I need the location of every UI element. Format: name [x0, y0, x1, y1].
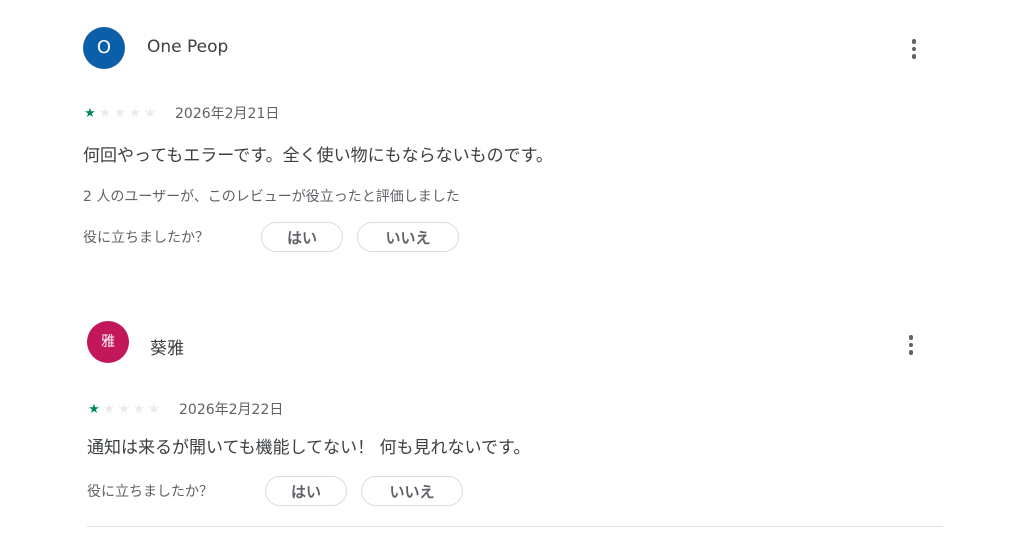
- star-empty-icon: ★: [103, 401, 115, 417]
- avatar: O: [83, 27, 125, 69]
- review-date: 2026年2月22日: [179, 402, 284, 418]
- more-vert-icon[interactable]: [899, 331, 923, 359]
- author-name: 葵雅: [150, 339, 184, 359]
- more-vert-icon[interactable]: [902, 35, 926, 63]
- star-empty-icon: ★: [114, 105, 126, 121]
- more-dot: [911, 39, 917, 44]
- helpful-question: 役に立ちましたか？: [87, 484, 213, 500]
- star-empty-icon: ★: [133, 401, 145, 417]
- more-dot: [911, 54, 917, 59]
- review-text: 通知は来るが開いても機能してない！ 何も見れないです。: [87, 438, 531, 458]
- more-dot: [908, 342, 914, 348]
- more-dot: [908, 335, 914, 340]
- author-name: One Peop: [147, 37, 229, 57]
- more-dot: [911, 46, 917, 52]
- star-filled-icon: ★: [88, 401, 100, 417]
- star-empty-icon: ★: [99, 105, 111, 121]
- rating-row: ★ ★ ★ ★ ★ 2026年2月22日: [87, 400, 283, 418]
- helpful-row: 役に立ちましたか？ はい いいえ: [87, 476, 463, 506]
- rating-row: ★ ★ ★ ★ ★ 2026年2月21日: [83, 104, 279, 122]
- reviews-page: O One Peop ★ ★ ★ ★ ★ 2026年2月21日 何回やってもエラーです。…: [0, 0, 1024, 538]
- helpful-count: 2 人のユーザーが、このレビューが役立ったと評価しました: [83, 189, 460, 205]
- helpful-row: 役に立ちましたか？ はい いいえ: [83, 222, 459, 252]
- divider: [87, 526, 943, 527]
- star-rating: ★ ★ ★ ★ ★: [87, 403, 161, 416]
- helpful-question: 役に立ちましたか？: [83, 230, 209, 246]
- helpful-no-button[interactable]: いいえ: [361, 476, 463, 506]
- star-rating: ★ ★ ★ ★ ★: [83, 107, 157, 120]
- more-dot: [908, 350, 914, 355]
- helpful-yes-button[interactable]: はい: [261, 222, 343, 252]
- star-empty-icon: ★: [129, 105, 141, 121]
- star-empty-icon: ★: [148, 401, 160, 417]
- helpful-no-button[interactable]: いいえ: [357, 222, 459, 252]
- star-empty-icon: ★: [144, 105, 156, 121]
- helpful-yes-button[interactable]: はい: [265, 476, 347, 506]
- review-date: 2026年2月21日: [175, 106, 280, 122]
- review-text: 何回やってもエラーです。全く使い物にもならないものです。: [83, 146, 553, 166]
- star-empty-icon: ★: [118, 401, 130, 417]
- star-filled-icon: ★: [84, 105, 96, 121]
- avatar: 雅: [87, 321, 129, 363]
